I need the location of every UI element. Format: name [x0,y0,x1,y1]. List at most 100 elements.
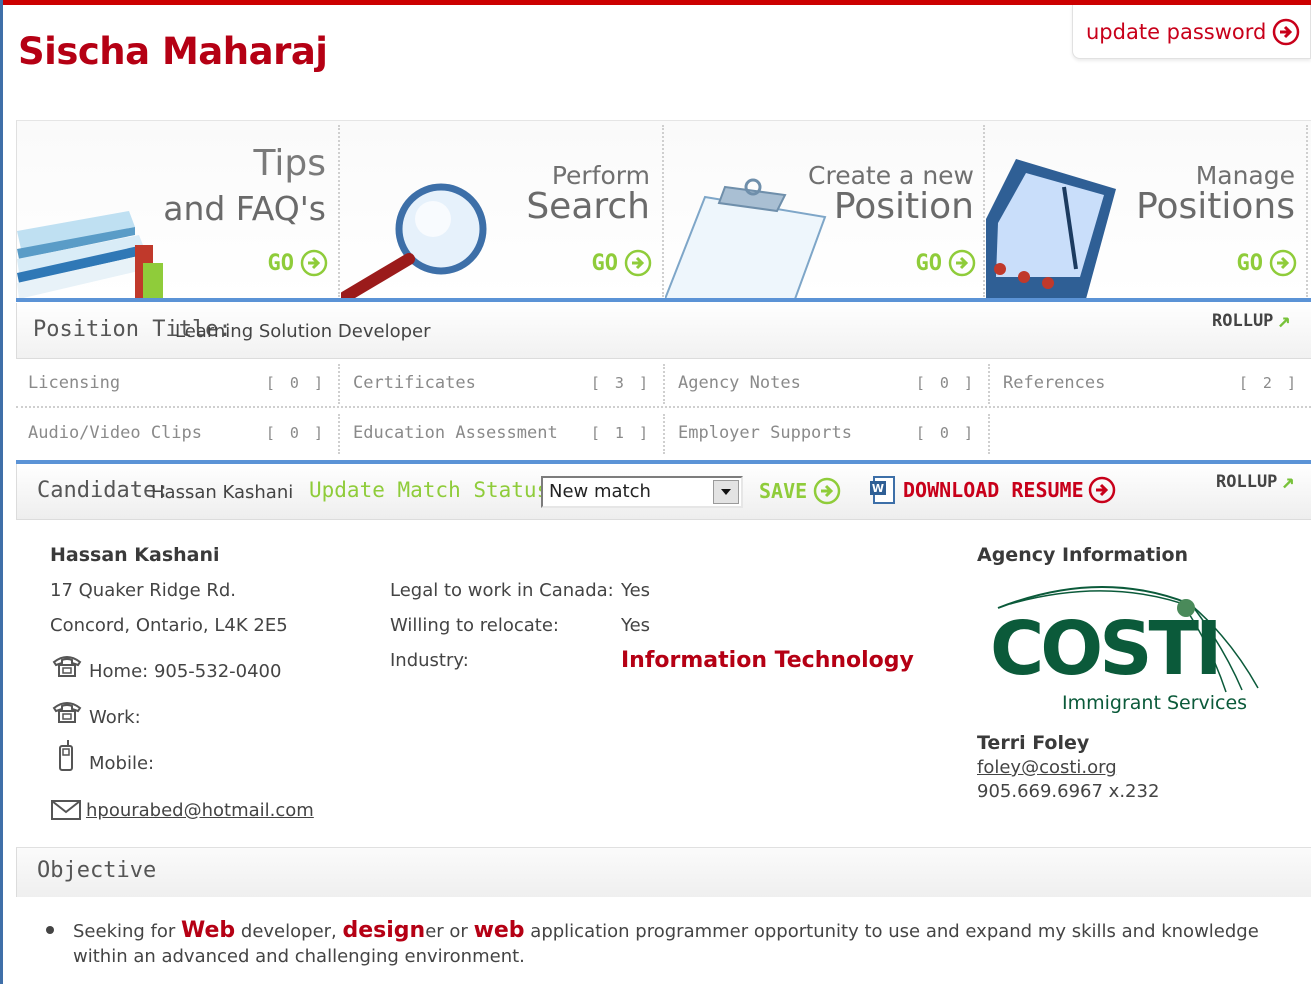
section-label: Employer Supports [678,423,852,443]
work-phone: Work: [89,707,141,728]
tile-title-big: Search [526,186,650,227]
position-title-value: Learning Solution Developer [175,321,431,342]
update-match-status-label: Update Match Status: [309,478,562,502]
rollup-label: ROLLUP [1216,471,1278,492]
tile-title-small: Tips [253,143,327,184]
go-button[interactable]: GO [268,249,329,277]
tile-tips-faq[interactable]: Tips and FAQ's GO [17,121,340,299]
mobile-phone: Mobile: [89,753,155,774]
section-label: References [1003,373,1106,393]
candidate-label: Candidate: [37,478,170,503]
update-password-label: update password [1086,19,1267,44]
download-resume-button[interactable]: W DOWNLOAD RESUME [869,475,1116,505]
save-button[interactable]: SAVE [759,477,841,505]
section-label: Agency Notes [678,373,801,393]
section-certificates[interactable]: Certificates [ 3 ] [341,358,663,408]
section-references[interactable]: References [ 2 ] [991,358,1311,408]
arrow-up-right-icon: ↗ [1281,469,1295,494]
address-line-2: Concord, Ontario, L4K 2E5 [50,615,288,636]
tile-title-big: Positions [1136,186,1295,227]
costi-logo: COSTI Immigrant Services [990,578,1265,718]
books-icon [17,211,163,299]
rollup-label: ROLLUP [1212,310,1274,331]
objective-heading: Objective [37,858,157,883]
arrow-circle-icon [1269,249,1297,277]
objective-text-part: developer, [235,921,343,942]
section-label: Licensing [28,373,121,393]
rollup-candidate-button[interactable]: ROLLUP ↗ [1216,469,1295,494]
agency-contact-email-link[interactable]: foley@costi.org [977,757,1117,778]
update-password-button[interactable]: update password [1072,5,1311,59]
section-audio-video[interactable]: Audio/Video Clips [ 0 ] [16,408,338,458]
objective-text-part: Seeking for [73,921,182,942]
clipboard-icon [665,178,827,299]
logo-subtitle: Immigrant Services [1062,692,1248,714]
objective-bar: Objective [16,847,1311,897]
match-status-select[interactable]: New match [541,476,743,508]
tile-perform-search[interactable]: Perform Search GO [341,121,664,299]
go-button[interactable]: GO [592,249,653,277]
phone-icon [52,700,82,728]
address-line-1: 17 Quaker Ridge Rd. [50,580,237,601]
keyword-highlight: web [473,918,525,943]
industry-value: Information Technology [621,648,914,673]
arrow-circle-icon [948,249,976,277]
section-count: [ 2 ] [1238,374,1299,392]
section-employer-supports[interactable]: Employer Supports [ 0 ] [666,408,988,458]
legal-to-work-label: Legal to work in Canada: [390,580,614,601]
section-count: [ 0 ] [915,424,976,442]
arrow-circle-icon [813,477,841,505]
tile-create-position[interactable]: Create a new Position GO [665,121,988,299]
magnifier-icon [341,183,487,299]
save-label: SAVE [759,479,808,503]
download-resume-label: DOWNLOAD RESUME [903,478,1084,502]
section-count: [ 0 ] [265,374,326,392]
section-label: Certificates [353,373,476,393]
logo-wordmark: COSTI [990,606,1223,692]
industry-label: Industry: [390,650,469,671]
sections-row: Audio/Video Clips [ 0 ] Education Assess… [16,408,1311,458]
section-agency-notes[interactable]: Agency Notes [ 0 ] [666,358,988,408]
arrow-circle-icon [300,249,328,277]
keyword-highlight: design [342,918,426,943]
section-licensing[interactable]: Licensing [ 0 ] [16,358,338,408]
section-label: Audio/Video Clips [28,423,202,443]
match-status-value: New match [549,481,651,502]
legal-to-work-value: Yes [621,580,651,601]
go-label: GO [591,250,619,276]
candidate-full-name: Hassan Kashani [50,544,220,566]
section-count: [ 0 ] [265,424,326,442]
objective-text: Seeking for Web developer, designer or w… [73,918,1293,969]
section-label: Education Assessment [353,423,558,443]
agency-contact-name: Terri Foley [977,732,1090,754]
candidate-email-link[interactable]: hpourabed@hotmail.com [86,800,314,821]
section-count: [ 3 ] [590,374,651,392]
tile-manage-positions[interactable]: Manage Positions GO [986,121,1309,299]
keyword-highlight: Web [181,918,236,943]
section-education-assessment[interactable]: Education Assessment [ 1 ] [341,408,663,458]
go-label: GO [915,250,943,276]
arrow-circle-icon [624,249,652,277]
willing-to-relocate-label: Willing to relocate: [390,615,559,636]
quick-actions-banner: Tips and FAQ's GO Perform Search GO Crea… [16,120,1311,299]
tablet-icon [986,159,1116,299]
tile-title-big: and FAQ's [163,189,326,228]
objective-text-part: er or [425,921,474,942]
chevron-down-icon [713,480,739,504]
go-button[interactable]: GO [916,249,977,277]
willing-to-relocate-value: Yes [621,615,651,636]
arrow-circle-icon [1272,18,1300,46]
phone-icon [52,654,82,682]
rollup-position-button[interactable]: ROLLUP ↗ [1212,308,1291,333]
go-button[interactable]: GO [1237,249,1298,277]
mobile-phone-icon [57,740,75,776]
user-name: Sischa Maharaj [18,30,328,73]
tile-title-big: Position [833,186,974,227]
section-count: [ 1 ] [590,424,651,442]
svg-text:W: W [872,482,884,495]
bullet-icon [46,926,54,934]
position-title-bar: Position Title: Learning Solution Develo… [16,303,1311,359]
agency-contact-phone: 905.669.6967 x.232 [977,781,1160,802]
arrow-circle-icon [1088,476,1115,504]
sections-row: Licensing [ 0 ] Certificates [ 3 ] Agenc… [16,358,1311,408]
